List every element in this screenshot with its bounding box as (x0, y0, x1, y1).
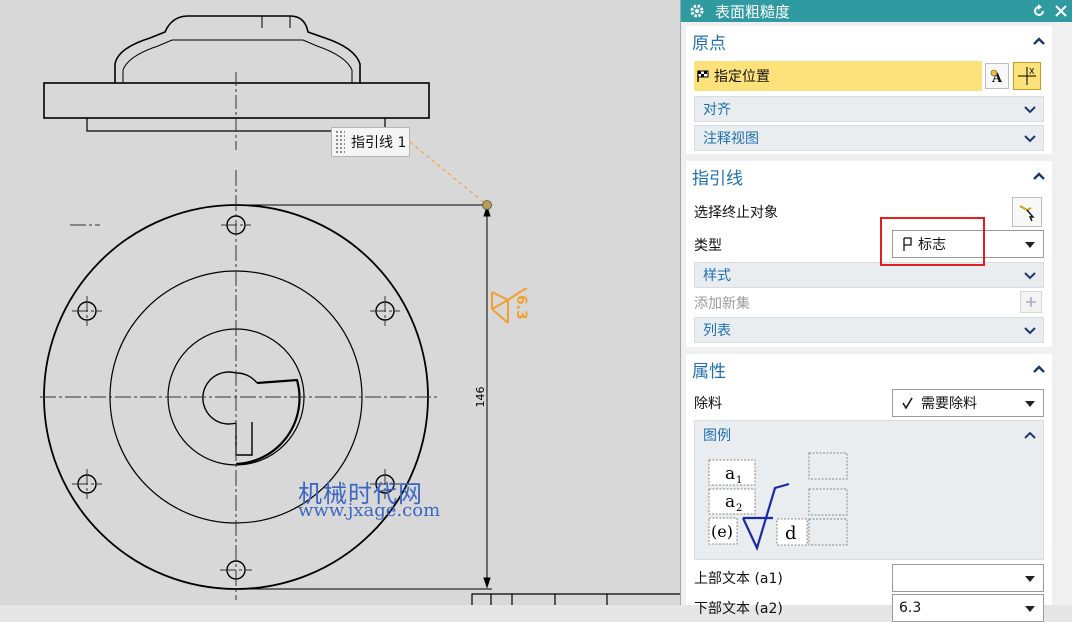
align-label: 对齐 (703, 102, 731, 118)
legend-e: (e) (711, 522, 733, 541)
origin-section: 原点 指定位置 A X 对齐 注释视图 (686, 26, 1052, 154)
drag-handle-icon[interactable] (335, 130, 345, 154)
annotation-view-label: 注释视图 (703, 131, 759, 147)
removal-required-icon (902, 397, 913, 410)
upper-text-label: 上部文本 (a1) (694, 571, 783, 587)
lower-text-combo[interactable]: 6.3 (892, 594, 1044, 622)
material-removal-dropdown[interactable]: 需要除料 (892, 389, 1044, 417)
chevron-down-icon (1024, 327, 1036, 335)
dropdown-arrow-icon (1025, 401, 1035, 407)
list-subsection[interactable]: 列表 (694, 317, 1044, 343)
point-dialog-icon[interactable]: X (1013, 62, 1041, 90)
chevron-down-icon (1024, 135, 1036, 143)
dialog-title: 表面粗糙度 (715, 2, 791, 21)
material-removal-label: 除料 (694, 396, 722, 412)
legend-a1: a (725, 464, 735, 484)
dimension-text: 146 (474, 387, 487, 408)
select-end-object-row: 选择终止对象 (694, 201, 1044, 223)
plan-centerlines (40, 170, 440, 600)
leader-tooltip[interactable]: 指引线 1 (331, 127, 410, 157)
select-object-icon[interactable] (1012, 197, 1042, 227)
section-title: 原点 (692, 33, 726, 54)
annotation-view-subsection[interactable]: 注释视图 (694, 125, 1044, 151)
chevron-down-icon (1024, 106, 1036, 114)
close-icon[interactable] (1053, 3, 1069, 19)
dropdown-arrow-icon (1025, 606, 1035, 612)
specify-location-label: 指定位置 (714, 69, 770, 85)
legend-subsection[interactable]: 图例 (694, 420, 1044, 448)
flag-icon (697, 70, 709, 82)
annotation-placement-icon[interactable]: A (985, 63, 1009, 89)
chevron-up-icon[interactable] (1032, 171, 1046, 181)
style-label: 样式 (703, 268, 731, 284)
dropdown-arrow-icon (1025, 576, 1035, 582)
chevron-up-icon (1024, 431, 1036, 439)
drawing-canvas[interactable]: 146 6.3 指引线 1 机械时代网 www.jxage.com (0, 0, 680, 605)
specify-location-row[interactable]: 指定位置 (694, 61, 982, 91)
section-title: 指引线 (692, 168, 743, 189)
add-new-set-icon[interactable] (1020, 291, 1042, 313)
chevron-down-icon (1024, 272, 1036, 280)
legend-diagram: a 1 a 2 (e) d (708, 452, 848, 552)
leader-section-header[interactable]: 指引线 (686, 161, 1052, 191)
watermark-url: www.jxage.com (298, 500, 441, 521)
type-label: 类型 (694, 238, 722, 254)
dropdown-arrow-icon (1025, 242, 1035, 248)
chevron-up-icon[interactable] (1032, 364, 1046, 374)
svg-text:X: X (1029, 67, 1035, 76)
list-label: 列表 (703, 323, 731, 339)
legend-a1-sub: 1 (736, 475, 742, 486)
legend-label: 图例 (703, 427, 731, 444)
add-new-set-row: 添加新集 (694, 292, 1044, 314)
leader-line (409, 141, 488, 206)
surface-roughness-dialog: 表面粗糙度 原点 指定位置 A X 对齐 注释视图 指引线 选择终止对象 类型 … (680, 0, 1072, 622)
type-highlight-box (880, 217, 985, 266)
add-new-set-label: 添加新集 (694, 296, 750, 312)
style-subsection[interactable]: 样式 (694, 262, 1044, 288)
properties-section: 属性 除料 需要除料 图例 a 1 a 2 (e) d 上部文本 (a1) 下部… (686, 354, 1052, 622)
legend-a2-sub: 2 (736, 503, 742, 514)
legend-a2: a (725, 492, 735, 512)
chevron-up-icon[interactable] (1032, 36, 1046, 46)
tooltip-label: 指引线 1 (351, 135, 407, 151)
material-removal-value: 需要除料 (921, 396, 977, 412)
select-end-object-label: 选择终止对象 (694, 205, 778, 221)
legend-panel: a 1 a 2 (e) d (694, 448, 1044, 560)
gear-icon[interactable] (689, 3, 705, 19)
lower-text-value: 6.3 (899, 600, 922, 616)
properties-section-header[interactable]: 属性 (686, 354, 1052, 384)
leader-origin-point[interactable] (482, 200, 492, 210)
bottom-view-partial (471, 593, 680, 605)
leader-section: 指引线 选择终止对象 类型 标志 样式 添加新集 列表 (686, 161, 1052, 347)
roughness-value: 6.3 (513, 295, 529, 320)
section-title: 属性 (692, 361, 726, 382)
upper-text-combo[interactable] (892, 564, 1044, 592)
reset-icon[interactable] (1031, 3, 1047, 19)
lower-text-label: 下部文本 (a2) (694, 601, 783, 617)
legend-d: d (785, 523, 797, 544)
dialog-title-bar[interactable]: 表面粗糙度 (681, 0, 1072, 22)
align-subsection[interactable]: 对齐 (694, 96, 1044, 122)
origin-section-header[interactable]: 原点 (686, 26, 1052, 56)
